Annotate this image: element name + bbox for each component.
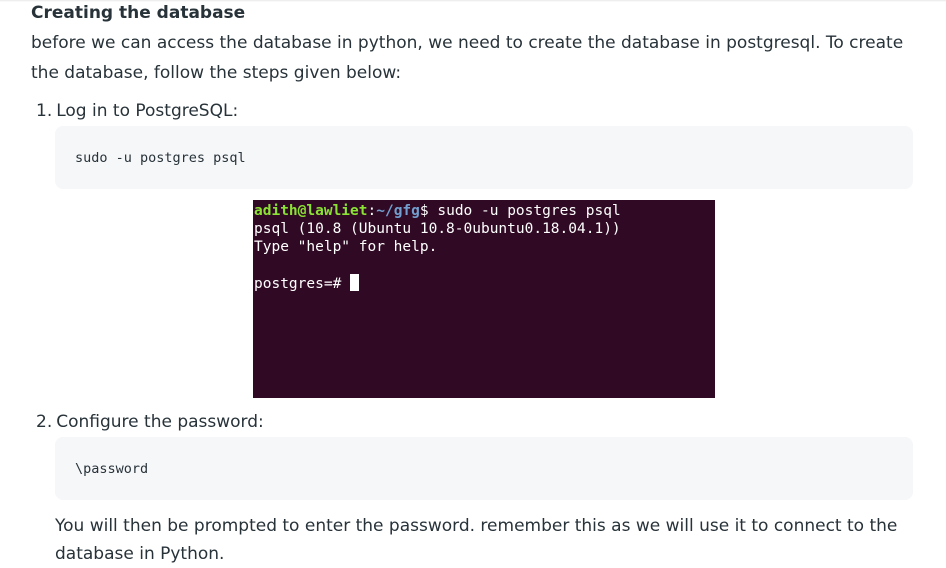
code-block-password[interactable]: \password (55, 437, 913, 500)
terminal-prompt-symbol: $ (419, 203, 438, 219)
closing-paragraph: You will then be prompted to enter the p… (55, 516, 898, 564)
step-2: 2. Configure the password: (36, 410, 264, 434)
terminal-separator: : (367, 203, 377, 219)
code-login[interactable]: sudo -u postgres psql (75, 150, 246, 166)
step-1-number: 1. (36, 101, 53, 121)
terminal-cursor (350, 274, 360, 291)
terminal-line-command: adith@lawliet:~/gfg$ sudo -u postgres ps… (254, 202, 715, 220)
intro-paragraph: before we can access the database in pyt… (31, 33, 904, 83)
step-1: 1. Log in to PostgreSQL: (36, 99, 238, 123)
step-2-number: 2. (36, 412, 53, 432)
terminal-screenshot: adith@lawliet:~/gfg$ sudo -u postgres ps… (253, 200, 715, 398)
terminal-user-host: adith@lawliet (254, 203, 368, 219)
terminal-psql-prompt: postgres=# (254, 276, 351, 292)
section-heading: Creating the database (31, 3, 246, 23)
step-1-label: Log in to PostgreSQL: (56, 101, 239, 121)
terminal-path: ~/gfg (376, 203, 420, 219)
code-password[interactable]: \password (75, 461, 148, 477)
terminal-line-psql: postgres=# (254, 274, 715, 292)
terminal-output-help: Type "help" for help. (254, 239, 438, 255)
terminal-output-version: psql (10.8 (Ubuntu 10.8-0ubuntu0.18.04.1… (254, 221, 621, 237)
code-block-login[interactable]: sudo -u postgres psql (55, 126, 913, 189)
terminal-command: sudo -u postgres psql (437, 203, 621, 219)
step-2-label: Configure the password: (56, 412, 264, 432)
